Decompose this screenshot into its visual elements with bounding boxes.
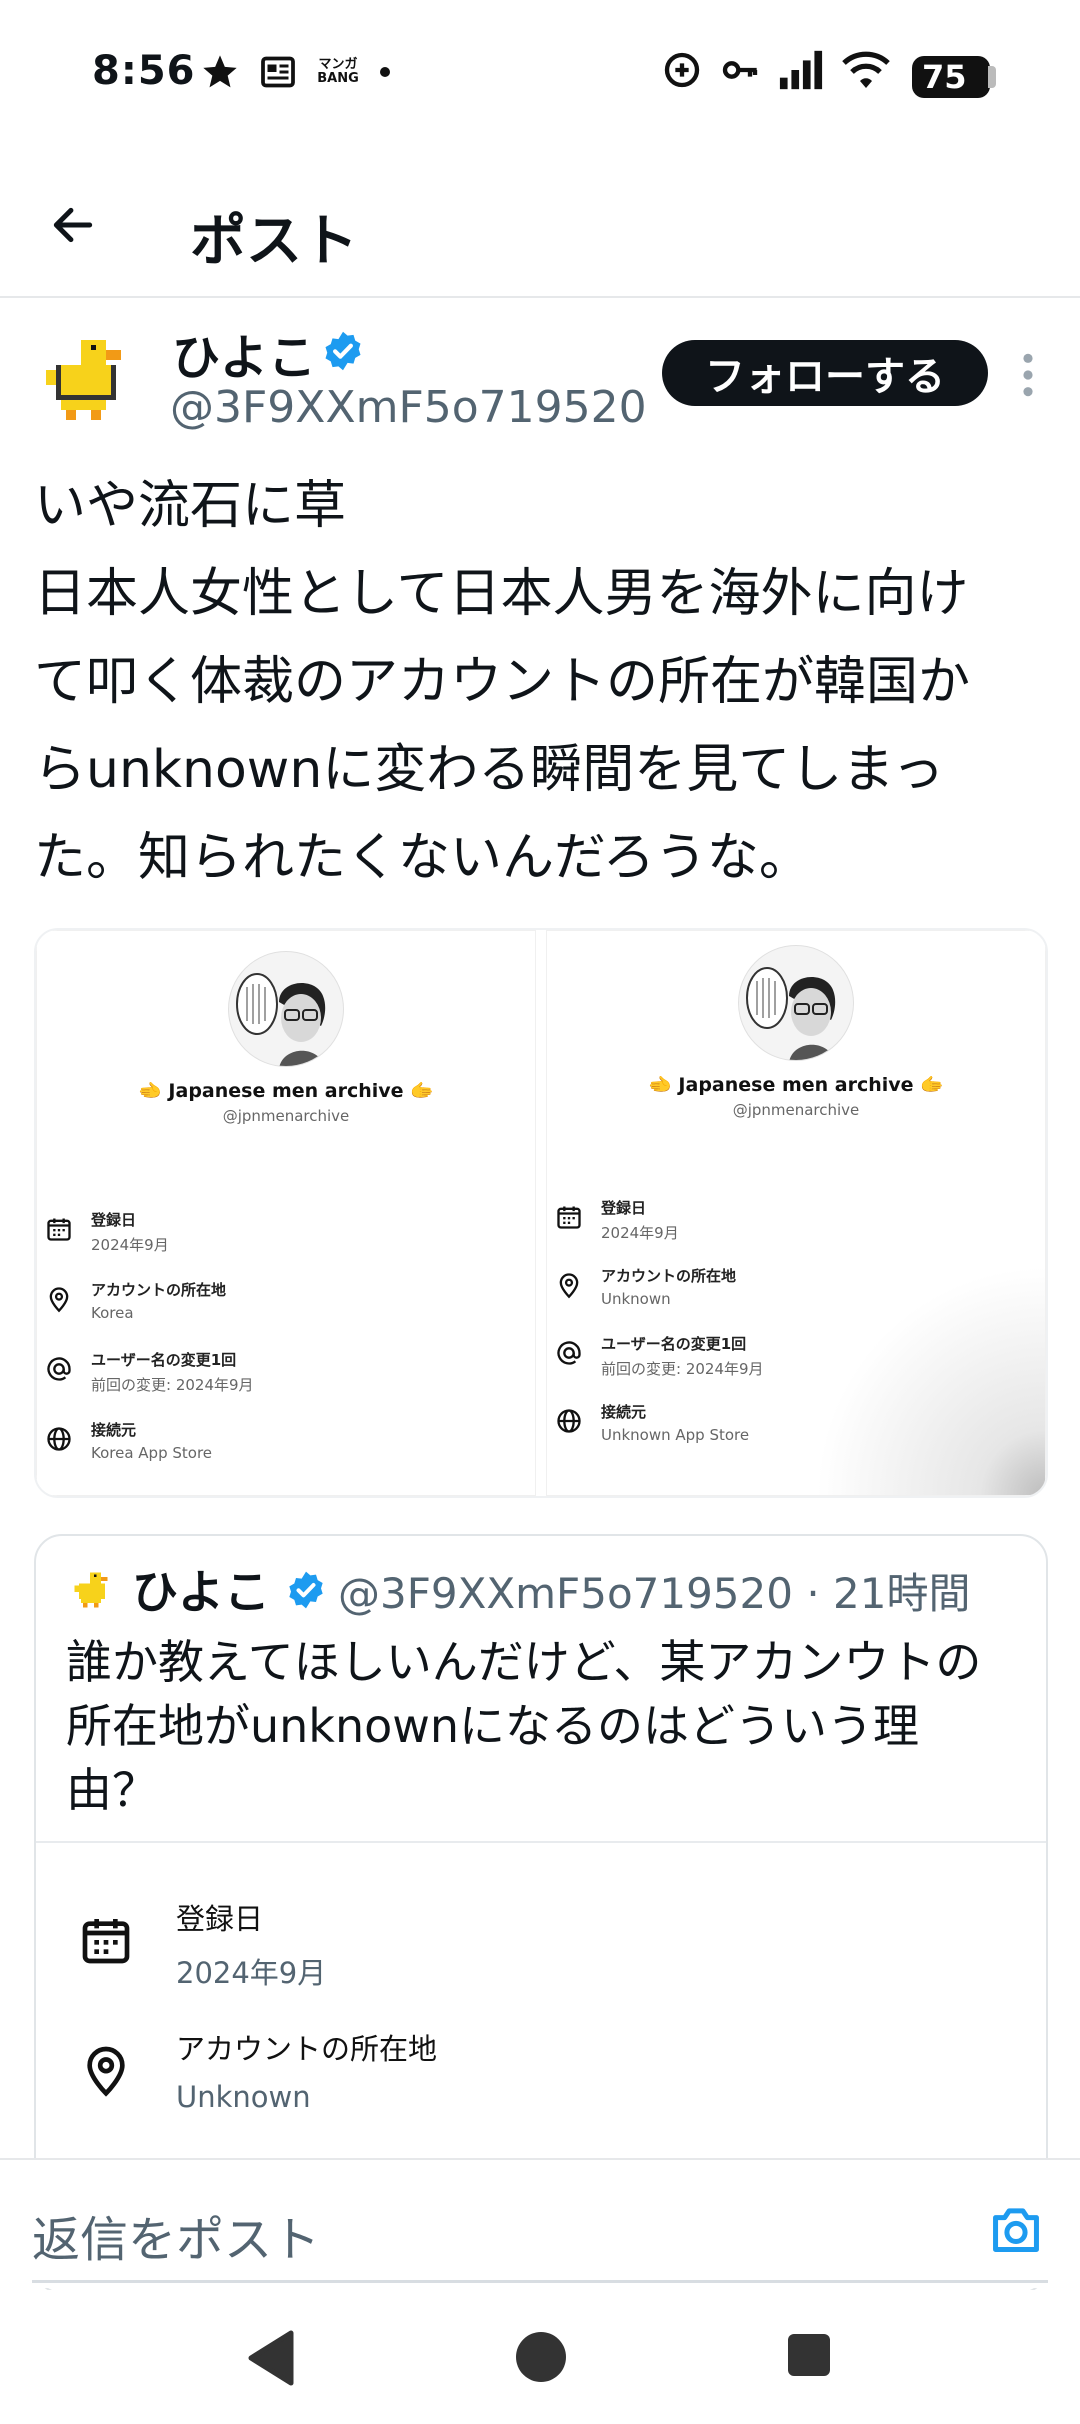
info-row-connected-via: 接続元 Korea App Store bbox=[45, 1419, 212, 1462]
location-icon bbox=[49, 1287, 69, 1313]
info-row-location: アカウントの所在地 Unknown bbox=[555, 1265, 736, 1308]
info-title: 登録日 bbox=[176, 1902, 264, 1936]
location-icon bbox=[559, 1273, 579, 1299]
info-title: 接続元 bbox=[91, 1421, 137, 1439]
info-value: Unknown bbox=[176, 2080, 311, 2114]
calendar-icon bbox=[47, 1218, 71, 1241]
quote-text: 誰か教えてほしいんだけど、某アカンウトの 所在地がunknownになるのはどうい… bbox=[66, 1635, 982, 1817]
info-row-username-change: ユーザー名の変更1回 前回の変更: 2024年9月 bbox=[555, 1333, 764, 1379]
info-value: Unknown bbox=[601, 1290, 671, 1308]
nav-back-icon[interactable] bbox=[246, 2330, 296, 2386]
info-title: 登録日 bbox=[91, 1211, 137, 1229]
battery-tip bbox=[988, 66, 996, 88]
profile-name: 🫲 Japanese men archive 🫱 bbox=[138, 1080, 434, 1102]
quote-handle-and-time: @3F9XXmF5o719520 · 21時間 bbox=[338, 1569, 971, 1618]
portrait-illustration bbox=[746, 967, 836, 1060]
info-value: Korea bbox=[91, 1304, 134, 1322]
reply-input[interactable]: 返信をポスト bbox=[32, 2200, 320, 2270]
media-image-1[interactable]: 🫲 Japanese men archive 🫱 @jpnmenarchive … bbox=[36, 930, 536, 1496]
globe-icon bbox=[47, 1427, 71, 1451]
info-value: 2024年9月 bbox=[91, 1236, 169, 1254]
info-title: ユーザー名の変更1回 bbox=[601, 1335, 747, 1353]
quote-divider bbox=[36, 1841, 1046, 1843]
info-value: 2024年9月 bbox=[176, 1956, 327, 1990]
info-row-registered: 登録日 2024年9月 bbox=[45, 1209, 169, 1255]
key-icon bbox=[722, 61, 758, 79]
at-icon bbox=[47, 1357, 71, 1381]
dot-icon bbox=[380, 67, 390, 77]
author-handle[interactable]: @3F9XXmF5o719520 bbox=[170, 382, 647, 433]
info-value: Korea App Store bbox=[91, 1444, 213, 1462]
info-title: 接続元 bbox=[601, 1403, 647, 1421]
quote-info-row-location: アカウントの所在地 Unknown bbox=[78, 2026, 437, 2114]
nav-recents-icon[interactable] bbox=[788, 2334, 830, 2376]
calendar-icon bbox=[82, 1919, 130, 1964]
calendar-icon bbox=[557, 1206, 581, 1229]
quote-info-row-registered: 登録日 2024年9月 bbox=[78, 1896, 326, 1992]
reply-composer: 返信をポスト bbox=[0, 2158, 1080, 2288]
data-saver-icon bbox=[664, 52, 700, 88]
info-row-registered: 登録日 2024年9月 bbox=[555, 1197, 679, 1243]
info-value: 2024年9月 bbox=[601, 1224, 679, 1242]
system-nav-bar bbox=[0, 2290, 1080, 2424]
reply-underline bbox=[32, 2280, 1048, 2283]
manga-bang-icon: マンガ BANG bbox=[317, 57, 359, 86]
post-text: いや流石に草 日本人女性として日本人男を海外に向け て叩く体裁のアカウントの所在… bbox=[34, 476, 971, 888]
news-icon bbox=[261, 56, 295, 88]
nav-home-icon[interactable] bbox=[516, 2332, 566, 2382]
quote-author-avatar bbox=[74, 1572, 108, 1608]
info-value: 前回の変更: 2024年9月 bbox=[601, 1360, 764, 1378]
author-avatar[interactable] bbox=[36, 330, 136, 430]
status-bar: 8:56 マンガ BANG 75 bbox=[0, 0, 1080, 150]
info-value: 前回の変更: 2024年9月 bbox=[91, 1376, 254, 1394]
top-app-bar: ポスト bbox=[0, 160, 1080, 298]
globe-icon bbox=[557, 1409, 581, 1433]
profile-name: 🫲 Japanese men archive 🫱 bbox=[648, 1074, 944, 1096]
camera-icon[interactable] bbox=[988, 2204, 1044, 2254]
wifi-icon bbox=[842, 51, 890, 88]
battery-level: 75 bbox=[922, 58, 967, 96]
media-image-2[interactable]: 🫲 Japanese men archive 🫱 @jpnmenarchive … bbox=[546, 930, 1046, 1496]
location-icon bbox=[87, 2046, 125, 2097]
post-media-grid: 🫲 Japanese men archive 🫱 @jpnmenarchive … bbox=[34, 928, 1048, 1498]
profile-handle: @jpnmenarchive bbox=[222, 1107, 350, 1125]
at-icon bbox=[557, 1341, 581, 1365]
info-title: アカウントの所在地 bbox=[176, 2032, 438, 2066]
page-curl-shadow bbox=[815, 1265, 1045, 1495]
info-title: ユーザー名の変更1回 bbox=[91, 1351, 237, 1369]
verified-badge-icon bbox=[289, 1571, 323, 1609]
portrait-avatar bbox=[228, 951, 344, 1067]
star-icon bbox=[203, 55, 237, 88]
info-title: アカウントの所在地 bbox=[91, 1281, 227, 1299]
info-title: アカウントの所在地 bbox=[601, 1267, 737, 1285]
info-title: 登録日 bbox=[601, 1199, 647, 1217]
back-arrow-icon[interactable] bbox=[48, 200, 98, 250]
page-title: ポスト bbox=[190, 209, 358, 274]
author-name[interactable]: ひよこ bbox=[172, 318, 316, 388]
status-left-icons: マンガ BANG bbox=[200, 52, 390, 92]
status-right-icons bbox=[662, 50, 890, 90]
more-options-icon[interactable] bbox=[1018, 350, 1038, 400]
portrait-illustration bbox=[236, 973, 326, 1066]
info-row-connected-via: 接続元 Unknown App Store bbox=[555, 1401, 749, 1444]
follow-button[interactable]: フォローする bbox=[662, 340, 988, 406]
signal-icon bbox=[779, 50, 823, 90]
profile-handle: @jpnmenarchive bbox=[732, 1101, 860, 1119]
info-value: Unknown App Store bbox=[601, 1426, 750, 1444]
portrait-avatar bbox=[738, 945, 854, 1061]
info-row-location: アカウントの所在地 Korea bbox=[45, 1279, 226, 1322]
status-time: 8:56 bbox=[92, 48, 196, 94]
verified-badge-icon bbox=[325, 331, 361, 371]
battery-indicator: 75 bbox=[912, 56, 990, 98]
info-row-username-change: ユーザー名の変更1回 前回の変更: 2024年9月 bbox=[45, 1349, 254, 1395]
quote-author-name: ひよこ bbox=[132, 1565, 270, 1619]
